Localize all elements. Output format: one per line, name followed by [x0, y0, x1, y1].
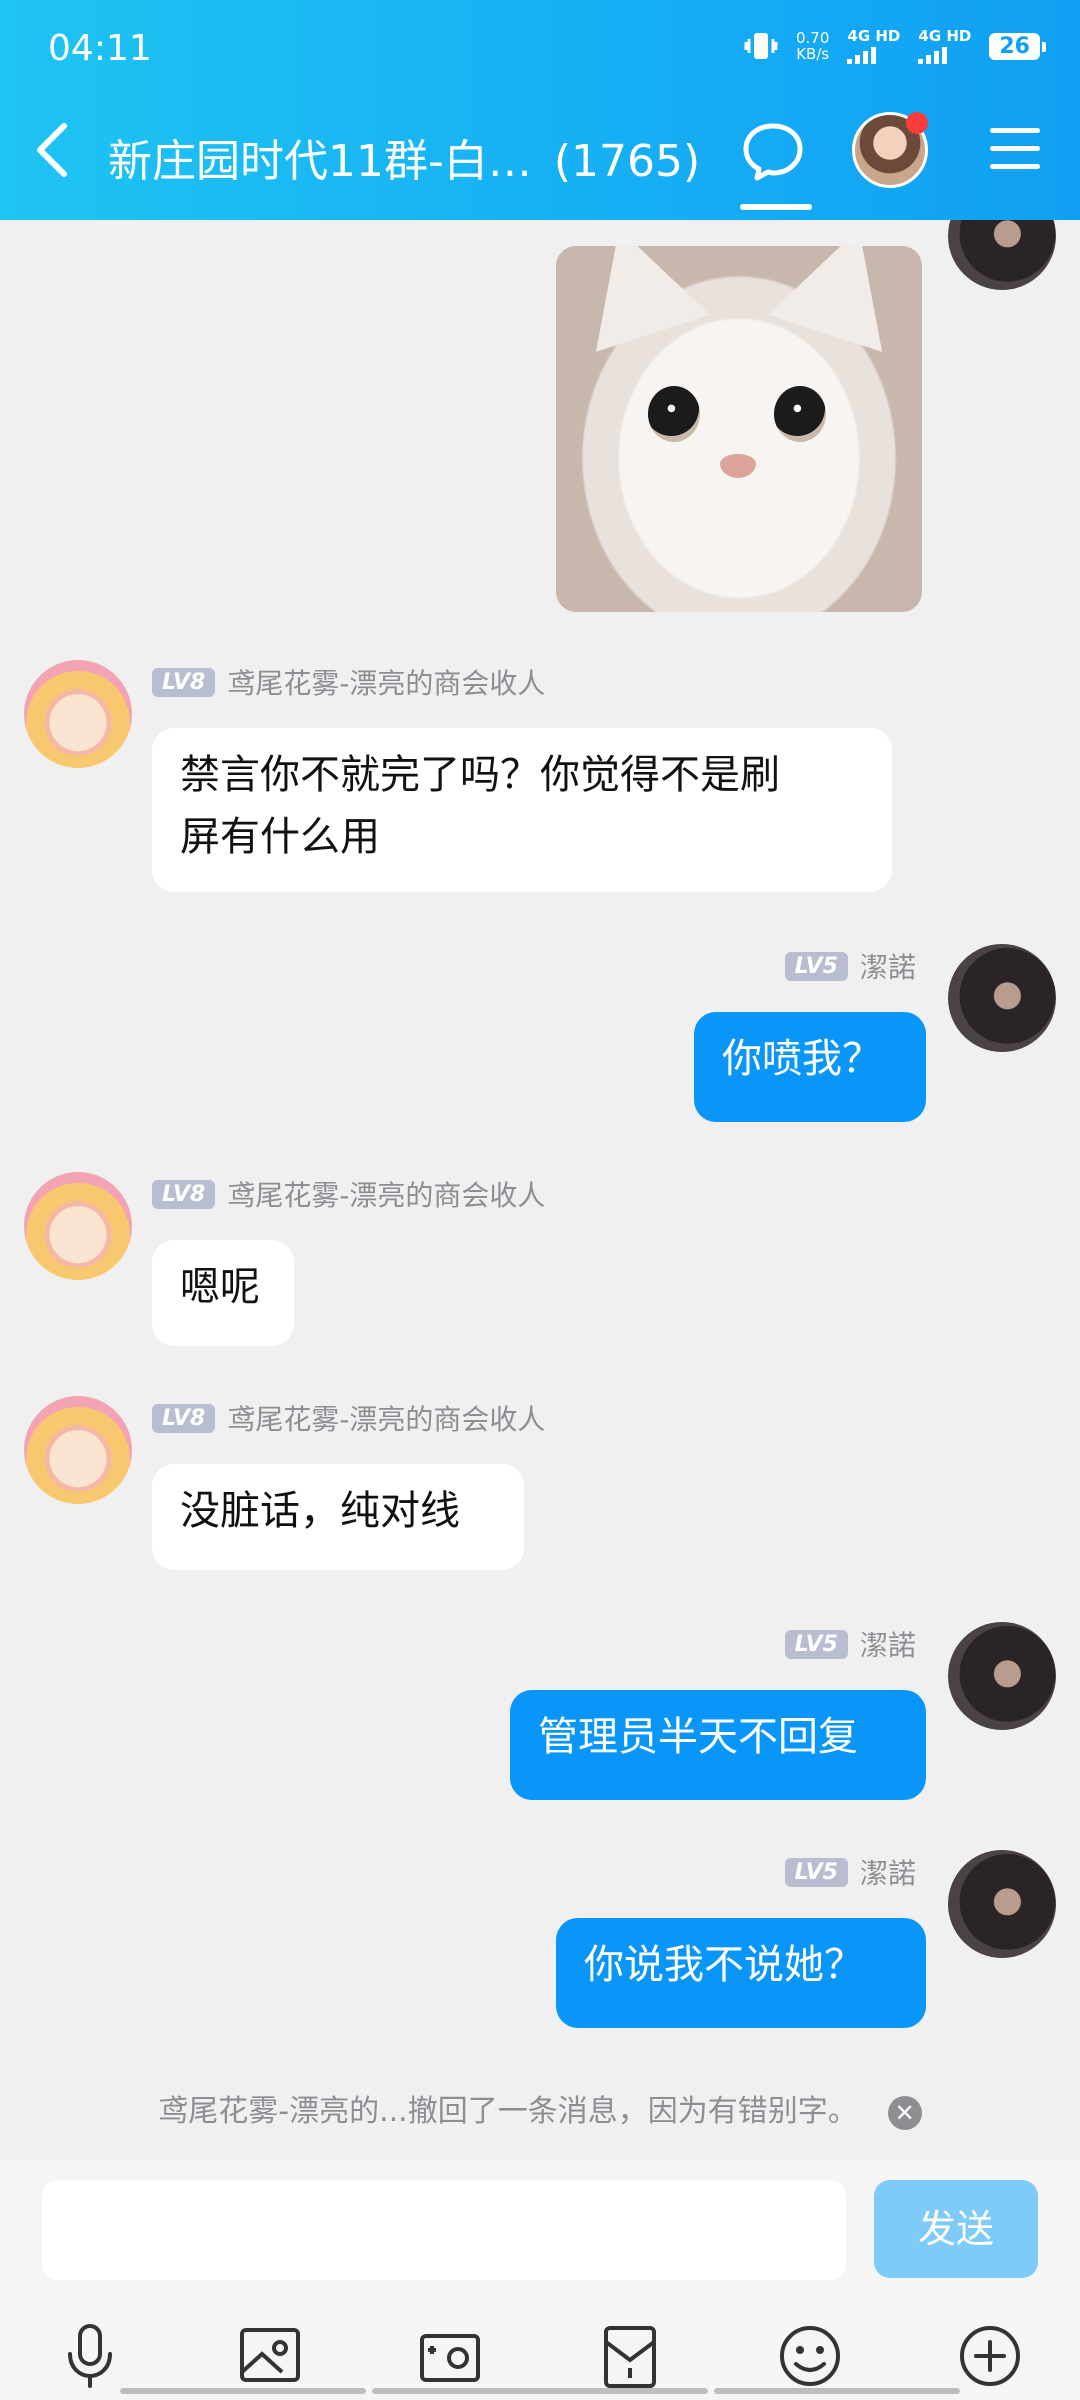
- cat-sticker-image[interactable]: [556, 246, 922, 612]
- level-badge: LV8: [152, 1403, 216, 1433]
- sender-name[interactable]: 潔諾: [860, 1624, 916, 1664]
- message-text: 没脏话，纯对线: [180, 1488, 460, 1534]
- level-badge: LV5: [784, 951, 848, 981]
- signal-1: 4G HD: [847, 28, 900, 64]
- level-badge: LV8: [152, 1179, 216, 1209]
- group-title[interactable]: 新庄园时代11群-白… (1765): [108, 125, 700, 189]
- photo-icon[interactable]: [234, 2320, 306, 2392]
- avatar[interactable]: [948, 1850, 1056, 1958]
- message-text: 管理员半天不回复: [538, 1714, 858, 1760]
- emoji-icon[interactable]: [774, 2320, 846, 2392]
- avatar[interactable]: [948, 220, 1056, 290]
- chat-bubble-icon: [743, 123, 803, 181]
- back-icon[interactable]: [28, 120, 78, 180]
- group-name: 新庄园时代11群-白…: [108, 136, 532, 187]
- input-bar: 发送: [0, 2160, 1080, 2400]
- status-time: 04:11: [48, 28, 152, 69]
- level-badge: LV5: [784, 1857, 848, 1887]
- net-speed: 0.70 KB/s: [796, 29, 830, 63]
- message-text: 你喷我？: [722, 1036, 882, 1082]
- avatar[interactable]: [24, 1172, 132, 1280]
- sender-name[interactable]: 鸢尾花雾-漂亮的商会收人: [227, 662, 545, 702]
- red-packet-icon[interactable]: [594, 2320, 666, 2392]
- sender-info: LV8 鸢尾花雾-漂亮的商会收人: [152, 1174, 545, 1214]
- nav-gesture-bar: [120, 2388, 366, 2394]
- recall-text: 鸢尾花雾-漂亮的...撤回了一条消息，因为有错别字。: [158, 2094, 858, 2129]
- tab-chat[interactable]: [740, 118, 812, 214]
- message-text: 你说我不说她？: [584, 1942, 864, 1988]
- nav-gesture-bar: [714, 2388, 960, 2394]
- sender-name[interactable]: 潔諾: [860, 1852, 916, 1892]
- avatar[interactable]: [948, 1622, 1056, 1730]
- level-badge: LV5: [784, 1629, 848, 1659]
- message-bubble[interactable]: 你说我不说她？: [556, 1918, 926, 2028]
- avatar[interactable]: [948, 944, 1056, 1052]
- menu-icon[interactable]: [990, 128, 1040, 172]
- sender-name[interactable]: 鸢尾花雾-漂亮的商会收人: [227, 1174, 545, 1214]
- message-text: 嗯呢: [180, 1264, 260, 1310]
- send-button[interactable]: 发送: [874, 2180, 1038, 2278]
- vibrate-icon: [744, 33, 778, 59]
- notification-dot: [906, 112, 928, 134]
- top-bar: 04:11 0.70 KB/s 4G HD 4G HD 26 新庄园时代11群-…: [0, 0, 1080, 220]
- level-badge: LV8: [152, 667, 216, 697]
- message-text-line: 禁言你不就完了吗？你觉得不是刷: [180, 752, 780, 798]
- message-bubble[interactable]: 你喷我？: [694, 1012, 926, 1122]
- sender-info: LV5 潔諾: [784, 1852, 916, 1892]
- message-bubble[interactable]: 嗯呢: [152, 1240, 294, 1346]
- signal-2: 4G HD: [918, 28, 971, 64]
- sender-name[interactable]: 潔諾: [860, 946, 916, 986]
- sender-info: LV8 鸢尾花雾-漂亮的商会收人: [152, 1398, 545, 1438]
- sender-info: LV5 潔諾: [784, 946, 916, 986]
- tab-indicator: [740, 204, 812, 210]
- status-icons: 0.70 KB/s 4G HD 4G HD 26: [744, 28, 1046, 64]
- sender-name[interactable]: 鸢尾花雾-漂亮的商会收人: [227, 1398, 545, 1438]
- message-bubble[interactable]: 禁言你不就完了吗？你觉得不是刷 屏有什么用: [152, 728, 892, 892]
- battery-indicator: 26: [989, 32, 1046, 60]
- nav-gesture-bar: [372, 2388, 708, 2394]
- message-bubble[interactable]: 管理员半天不回复: [510, 1690, 926, 1800]
- avatar[interactable]: [24, 660, 132, 768]
- sender-info: LV5 潔諾: [784, 1624, 916, 1664]
- message-bubble[interactable]: 没脏话，纯对线: [152, 1464, 524, 1570]
- microphone-icon[interactable]: [54, 2320, 126, 2392]
- message-list[interactable]: LV8 鸢尾花雾-漂亮的商会收人 禁言你不就完了吗？你觉得不是刷 屏有什么用 L…: [0, 220, 1080, 2160]
- plus-icon[interactable]: [954, 2320, 1026, 2392]
- member-count: (1765): [553, 136, 701, 187]
- recall-notice: 鸢尾花雾-漂亮的...撤回了一条消息，因为有错别字。 ✕: [0, 2086, 1080, 2130]
- close-icon[interactable]: ✕: [887, 2095, 922, 2130]
- toolbar: [0, 2320, 1080, 2390]
- sender-info: LV8 鸢尾花雾-漂亮的商会收人: [152, 662, 545, 702]
- avatar[interactable]: [24, 1396, 132, 1504]
- message-input[interactable]: [42, 2180, 846, 2280]
- message-text-line: 屏有什么用: [180, 814, 380, 860]
- camera-icon[interactable]: [414, 2320, 486, 2392]
